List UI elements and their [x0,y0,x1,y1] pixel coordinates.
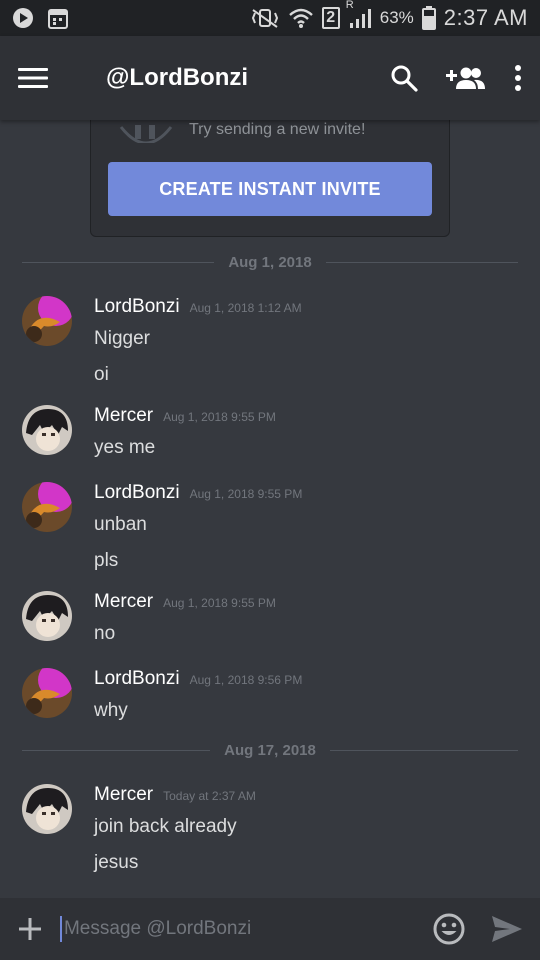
signal-icon: R [346,0,372,29]
more-icon[interactable] [514,65,522,91]
calendar-icon [48,7,68,29]
mute-vibrate-icon [250,7,280,29]
roaming-indicator: R [345,0,354,11]
play-icon [12,7,34,29]
message-text[interactable]: unban [94,514,514,536]
message-text[interactable]: Nigger [94,328,514,350]
message-timestamp: Aug 1, 2018 1:12 AM [189,301,302,315]
add-friend-icon[interactable] [446,65,486,91]
date-divider: Aug 1, 2018 [22,254,518,271]
message-author[interactable]: Mercer [94,784,153,806]
create-instant-invite-button[interactable]: CREATE INSTANT INVITE [108,162,432,216]
avatar[interactable] [22,784,72,834]
message-text[interactable]: oi [94,364,514,386]
message-text[interactable]: jesus [94,852,514,874]
status-clock: 2:37 AM [443,5,528,30]
message-timestamp: Aug 1, 2018 9:55 PM [163,596,276,610]
message-composer [0,898,540,960]
channel-title: @LordBonzi [106,64,249,91]
emoji-icon[interactable] [432,912,466,946]
battery-percent: 63% [379,8,414,27]
message-text[interactable]: yes me [94,437,514,459]
sim-icon: 2 [321,7,340,29]
message-timestamp: Aug 1, 2018 9:55 PM [189,487,303,501]
wifi-icon [288,7,314,29]
plus-icon[interactable] [16,915,44,943]
menu-icon[interactable] [18,67,48,89]
divider-label: Aug 17, 2018 [224,742,316,759]
text-caret [60,916,62,942]
status-bar: 2 R 63% 2:37 AM [0,0,540,36]
avatar[interactable] [22,668,72,718]
avatar[interactable] [22,405,72,455]
message-timestamp: Today at 2:37 AM [163,789,256,803]
message-text[interactable]: join back already [94,816,514,838]
search-icon[interactable] [390,64,418,92]
message-text[interactable]: why [94,700,514,722]
avatar[interactable] [22,591,72,641]
message-field[interactable] [60,909,422,949]
divider-label: Aug 1, 2018 [228,254,312,271]
date-divider: Aug 17, 2018 [22,742,518,759]
message-author[interactable]: Mercer [94,591,153,613]
app-bar: @LordBonzi [0,36,540,120]
invite-card: Try sending a new invite! CREATE INSTANT… [90,100,450,237]
message-author[interactable]: Mercer [94,405,153,427]
battery-icon [421,6,436,30]
message-timestamp: Aug 1, 2018 9:56 PM [189,673,303,687]
send-icon[interactable] [490,912,524,946]
message-timestamp: Aug 1, 2018 9:55 PM [163,410,276,424]
message-text[interactable]: no [94,623,514,645]
message-author[interactable]: LordBonzi [94,296,180,318]
invite-hint: Try sending a new invite! [189,121,366,138]
message-author[interactable]: LordBonzi [94,668,180,690]
message-text[interactable]: pls [94,550,514,572]
message-input[interactable] [63,918,422,940]
message-author[interactable]: LordBonzi [94,482,180,504]
avatar[interactable] [22,296,72,346]
avatar[interactable] [22,482,72,532]
